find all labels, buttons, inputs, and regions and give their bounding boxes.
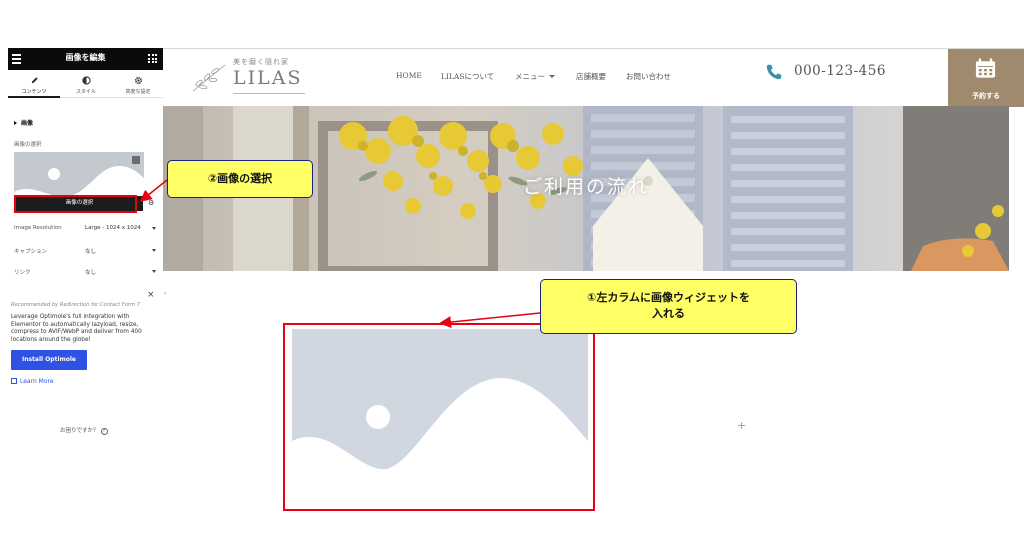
half-circle-icon bbox=[82, 76, 91, 85]
link-select[interactable]: リンク なし bbox=[14, 266, 156, 278]
nav-home[interactable]: HOME bbox=[396, 71, 422, 80]
caption-value: なし bbox=[85, 249, 97, 255]
panel-title: 画像を編集 bbox=[65, 53, 106, 62]
collapse-panel-icon[interactable]: ‹ bbox=[164, 290, 166, 297]
panel-header: 画像を編集 bbox=[8, 48, 163, 70]
widgets-grid-icon[interactable] bbox=[148, 54, 157, 63]
image-choose-label: 画像の選択 bbox=[14, 142, 42, 148]
tab-advanced-label: 高度な設定 bbox=[125, 89, 151, 95]
callout-step-2: ②画像の選択 bbox=[167, 160, 313, 198]
caret-right-icon bbox=[14, 121, 17, 125]
help-label: お困りですか？ bbox=[60, 428, 99, 434]
link-value: なし bbox=[85, 270, 97, 276]
chevron-down-icon bbox=[152, 227, 156, 230]
tab-advanced[interactable]: 高度な設定 bbox=[112, 72, 164, 98]
reserve-label: 予約する bbox=[972, 92, 1000, 100]
nav-menu[interactable]: メニュー bbox=[515, 71, 555, 82]
section-image-title: 画像 bbox=[21, 120, 34, 127]
pencil-icon bbox=[31, 77, 38, 84]
arrow-to-image-widget bbox=[439, 312, 541, 329]
image-resolution-select[interactable]: Image Resolution Large - 1024 x 1024 bbox=[14, 223, 156, 235]
promo-title: Recommended by Redirection for Contact F… bbox=[11, 302, 141, 308]
nav-menu-label: メニュー bbox=[515, 72, 545, 81]
learn-more-link[interactable]: Learn More bbox=[11, 378, 54, 385]
highlight-choose-image bbox=[14, 195, 137, 213]
callout-step-1-line1: ①左カラムに画像ウィジェットを bbox=[587, 291, 750, 304]
image-resolution-value: Large - 1024 x 1024 bbox=[85, 225, 141, 231]
gear-icon bbox=[134, 76, 143, 85]
question-circle-icon: ? bbox=[100, 428, 108, 435]
calendar-icon bbox=[975, 58, 996, 78]
promo-text: Leverage Optimole's full integration wit… bbox=[11, 314, 142, 343]
help-link[interactable]: お困りですか？? bbox=[60, 426, 108, 435]
tab-content-label: コンテンツ bbox=[21, 89, 47, 95]
install-optimole-button[interactable]: Install Optimole bbox=[11, 350, 87, 370]
tab-content[interactable]: コンテンツ bbox=[8, 72, 60, 98]
tab-style[interactable]: スタイル bbox=[60, 72, 112, 98]
add-widget-plus-icon[interactable]: + bbox=[737, 420, 746, 431]
phone-icon bbox=[766, 64, 782, 80]
promo-close-icon[interactable]: × bbox=[147, 291, 155, 300]
chevron-down-icon bbox=[152, 270, 156, 273]
callout-step-1-line2: 入れる bbox=[652, 307, 685, 320]
nav-shop-info[interactable]: 店舗概要 bbox=[576, 71, 606, 82]
logo-underline bbox=[233, 93, 305, 94]
external-link-icon bbox=[11, 378, 17, 384]
elementor-panel: 画像を編集 コンテンツ スタイル 高度な設定 画像 画像の選択 画像の選択 ⚙ … bbox=[8, 48, 163, 452]
logo-name: LILAS bbox=[233, 67, 303, 89]
learn-more-label: Learn More bbox=[20, 378, 54, 385]
site-header: 美を磨く隠れ家 LILAS HOME LILASについて メニュー 店舗概要 お… bbox=[163, 48, 1024, 107]
callout-step-1: ①左カラムに画像ウィジェットを 入れる bbox=[540, 279, 797, 334]
chevron-down-icon bbox=[549, 75, 555, 78]
phone-number[interactable]: 000-123-456 bbox=[794, 63, 886, 79]
site-logo[interactable]: 美を磨く隠れ家 LILAS bbox=[189, 55, 309, 99]
reserve-button[interactable]: 予約する bbox=[948, 49, 1024, 107]
caption-label: キャプション bbox=[14, 249, 48, 255]
chevron-down-icon bbox=[152, 249, 156, 252]
trash-icon[interactable] bbox=[132, 156, 140, 164]
tab-style-label: スタイル bbox=[75, 89, 96, 95]
nav-contact[interactable]: お問い合わせ bbox=[626, 71, 671, 82]
image-resolution-label: Image Resolution bbox=[14, 225, 62, 231]
caption-select[interactable]: キャプション なし bbox=[14, 245, 156, 257]
dynamic-tags-icon[interactable]: ⚙ bbox=[148, 199, 156, 207]
leaf-branch-icon bbox=[192, 64, 226, 92]
nav-about[interactable]: LILASについて bbox=[441, 71, 494, 82]
logo-tagline: 美を磨く隠れ家 bbox=[233, 58, 289, 66]
highlight-image-widget bbox=[283, 323, 595, 511]
link-label: リンク bbox=[14, 270, 31, 276]
panel-tabs: コンテンツ スタイル 高度な設定 bbox=[8, 72, 163, 98]
section-image-toggle[interactable]: 画像 bbox=[14, 118, 33, 127]
